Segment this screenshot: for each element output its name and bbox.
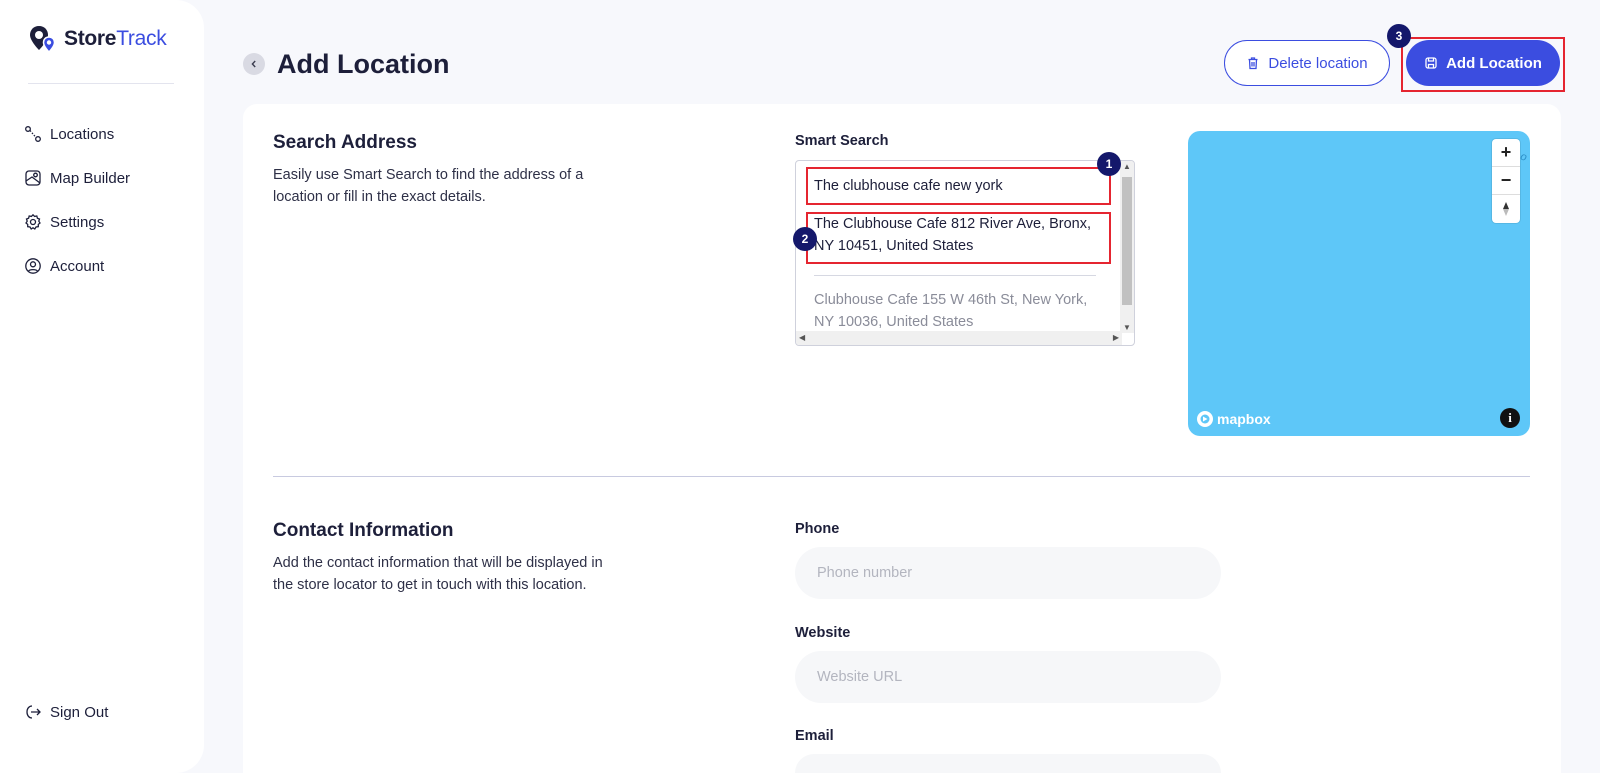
delete-location-label: Delete location bbox=[1268, 54, 1368, 72]
sidebar-nav: Locations Map Builder Settings Account bbox=[24, 112, 130, 288]
user-circle-icon bbox=[25, 258, 41, 274]
app-logo[interactable]: StoreTrack bbox=[28, 24, 167, 54]
map-icon bbox=[25, 170, 41, 186]
smart-search-input[interactable]: The clubhouse cafe new york bbox=[806, 171, 1096, 201]
compass-button[interactable] bbox=[1492, 195, 1520, 223]
scroll-down-icon[interactable]: ▼ bbox=[1123, 323, 1131, 332]
route-icon bbox=[25, 126, 41, 142]
sidebar-item-label: Locations bbox=[50, 125, 115, 143]
map-preview[interactable]: Gulf o + − mapbox i bbox=[1188, 131, 1530, 436]
trash-icon bbox=[1248, 57, 1258, 70]
email-label: Email bbox=[795, 728, 834, 744]
back-button[interactable] bbox=[243, 53, 265, 75]
search-result-item[interactable]: Clubhouse Cafe 155 W 46th St, New York, … bbox=[806, 289, 1102, 333]
compass-icon bbox=[1503, 202, 1509, 216]
sign-out-button[interactable]: Sign Out bbox=[24, 703, 108, 721]
scroll-left-icon[interactable]: ◀ bbox=[799, 333, 805, 342]
phone-label: Phone bbox=[795, 521, 840, 537]
map-info-button[interactable]: i bbox=[1500, 408, 1520, 428]
save-icon bbox=[1425, 57, 1437, 69]
sidebar-item-account[interactable]: Account bbox=[24, 244, 130, 288]
sign-out-label: Sign Out bbox=[50, 703, 109, 721]
mapbox-icon bbox=[1197, 411, 1213, 427]
step-marker-1: 1 bbox=[1097, 152, 1121, 176]
zoom-in-button[interactable]: + bbox=[1492, 139, 1520, 167]
location-pin-icon bbox=[30, 26, 56, 54]
sign-out-icon bbox=[26, 705, 41, 719]
section-divider bbox=[273, 476, 1530, 477]
sidebar-item-label: Settings bbox=[50, 213, 105, 231]
add-location-button[interactable]: Add Location bbox=[1406, 40, 1560, 86]
gear-icon bbox=[25, 213, 41, 230]
step-marker-2: 2 bbox=[793, 227, 817, 251]
vertical-scrollbar[interactable]: ▲ ▼ bbox=[1120, 161, 1134, 333]
smart-search-dropdown[interactable]: The clubhouse cafe new york The Clubhous… bbox=[795, 160, 1135, 346]
page-header: Add Location bbox=[243, 44, 449, 84]
scroll-right-icon[interactable]: ▶ bbox=[1113, 333, 1119, 342]
step-marker-3: 3 bbox=[1387, 24, 1411, 48]
scrollbar-thumb[interactable] bbox=[1122, 177, 1132, 305]
horizontal-scrollbar[interactable]: ◀ ▶ bbox=[796, 331, 1122, 345]
search-address-title: Search Address bbox=[273, 132, 417, 153]
delete-location-button[interactable]: Delete location bbox=[1224, 40, 1390, 86]
search-result-item[interactable]: The Clubhouse Cafe 812 River Ave, Bronx,… bbox=[806, 213, 1102, 257]
page-title: Add Location bbox=[277, 48, 450, 79]
search-address-description: Easily use Smart Search to find the addr… bbox=[273, 167, 584, 205]
contact-information-description: Add the contact information that will be… bbox=[273, 555, 603, 593]
sidebar: StoreTrack Locations Map Builder Setting… bbox=[0, 0, 204, 773]
email-input[interactable] bbox=[795, 754, 1221, 773]
add-location-label: Add Location bbox=[1446, 54, 1542, 72]
website-label: Website bbox=[795, 625, 851, 641]
website-input[interactable] bbox=[795, 651, 1221, 703]
contact-information-title: Contact Information bbox=[273, 520, 454, 541]
sidebar-item-settings[interactable]: Settings bbox=[24, 200, 130, 244]
result-divider bbox=[814, 275, 1096, 276]
app-name: StoreTrack bbox=[64, 27, 167, 50]
phone-input[interactable] bbox=[795, 547, 1221, 599]
mapbox-attribution: mapbox bbox=[1217, 411, 1271, 427]
sidebar-item-label: Map Builder bbox=[50, 169, 131, 187]
chevron-left-icon bbox=[251, 60, 256, 68]
zoom-out-button[interactable]: − bbox=[1492, 167, 1520, 195]
map-controls: + − bbox=[1492, 139, 1520, 223]
smart-search-label: Smart Search bbox=[795, 133, 889, 149]
sidebar-item-map-builder[interactable]: Map Builder bbox=[24, 156, 130, 200]
mapbox-logo[interactable]: mapbox bbox=[1196, 410, 1271, 428]
scroll-up-icon[interactable]: ▲ bbox=[1123, 162, 1131, 171]
sidebar-item-locations[interactable]: Locations bbox=[24, 112, 130, 156]
sidebar-item-label: Account bbox=[50, 257, 105, 275]
sidebar-divider bbox=[28, 83, 174, 84]
